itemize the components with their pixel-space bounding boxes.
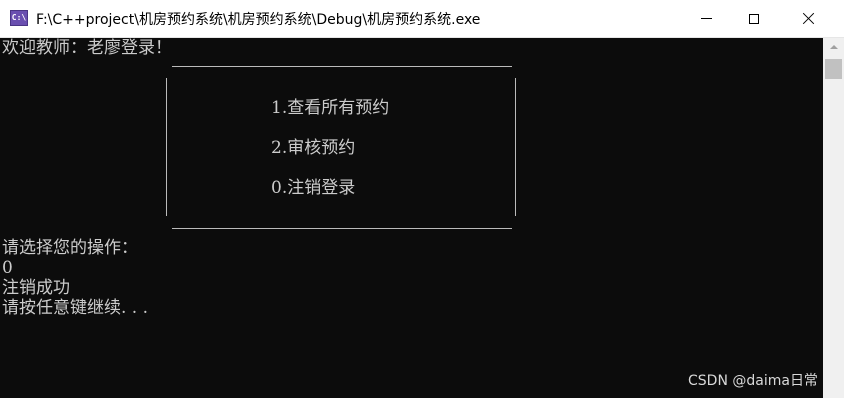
watermark: CSDN @daima日常: [688, 373, 818, 389]
close-button[interactable]: [785, 0, 831, 37]
scroll-thumb[interactable]: [825, 59, 842, 79]
scroll-up-button[interactable]: [823, 38, 844, 55]
menu-item-view-all: 1.查看所有预约: [271, 98, 390, 118]
result-line: 注销成功: [2, 278, 70, 298]
menu-border-right: [515, 78, 516, 216]
close-icon: [802, 13, 814, 25]
menu-border-bottom: [172, 228, 512, 229]
maximize-button[interactable]: [731, 0, 777, 37]
prompt-line: 请选择您的操作：: [2, 238, 138, 258]
menu-item-logout: 0.注销登录: [271, 178, 356, 198]
window-title: F:\C++project\机房预约系统\机房预约系统\Debug\机房预约系统…: [36, 12, 481, 28]
menu-border-left: [166, 78, 167, 216]
menu-item-review: 2.审核预约: [271, 138, 356, 158]
chevron-up-icon: [829, 44, 838, 49]
console-window: C:\ F:\C++project\机房预约系统\机房预约系统\Debug\机房…: [0, 0, 844, 398]
minimize-button[interactable]: [683, 0, 729, 37]
title-bar[interactable]: C:\ F:\C++project\机房预约系统\机房预约系统\Debug\机房…: [0, 0, 844, 38]
continue-line: 请按任意键继续. . .: [2, 298, 149, 318]
console-app-icon: C:\: [10, 10, 28, 26]
console-output[interactable]: 欢迎教师：老廖登录！ 1.查看所有预约 2.审核预约 0.注销登录 请选择您的操…: [0, 38, 823, 398]
menu-border-top: [172, 66, 512, 67]
vertical-scrollbar[interactable]: [823, 38, 844, 398]
input-line: 0: [2, 258, 13, 278]
minimize-icon: [700, 18, 712, 19]
maximize-icon: [749, 13, 759, 24]
welcome-line: 欢迎教师：老廖登录！: [2, 38, 172, 58]
